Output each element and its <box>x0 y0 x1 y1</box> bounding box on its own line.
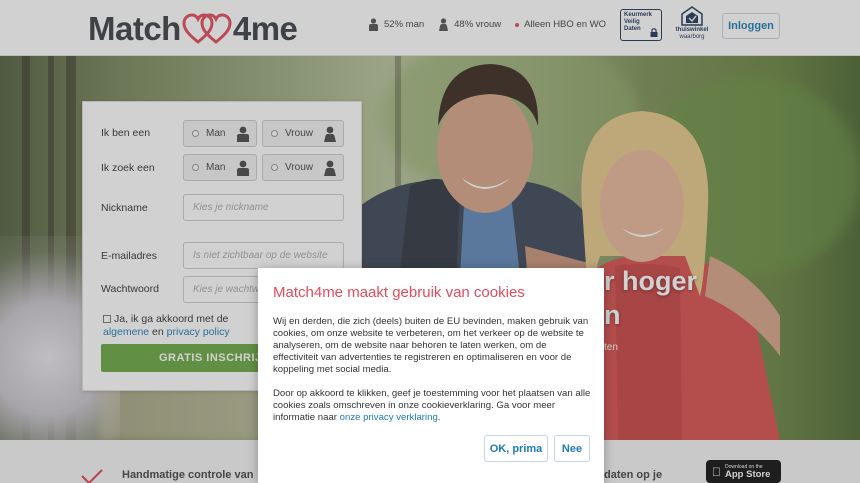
cookie-consent-dialog: Match4me maakt gebruik van cookies Wij e… <box>258 268 604 483</box>
cookie-title: Match4me maakt gebruik van cookies <box>273 284 525 301</box>
cookie-paragraph-2: Door op akkoord te klikken, geef je toes… <box>273 388 591 424</box>
cookie-paragraph-2-end: . <box>437 412 441 423</box>
accept-cookies-button[interactable]: OK, prima <box>484 435 548 462</box>
decline-cookies-button[interactable]: Nee <box>554 435 590 462</box>
cookie-paragraph-1: Wij en derden, die zich (deels) buiten d… <box>273 316 589 375</box>
privacy-statement-link[interactable]: onze privacy verklaring <box>340 412 438 423</box>
